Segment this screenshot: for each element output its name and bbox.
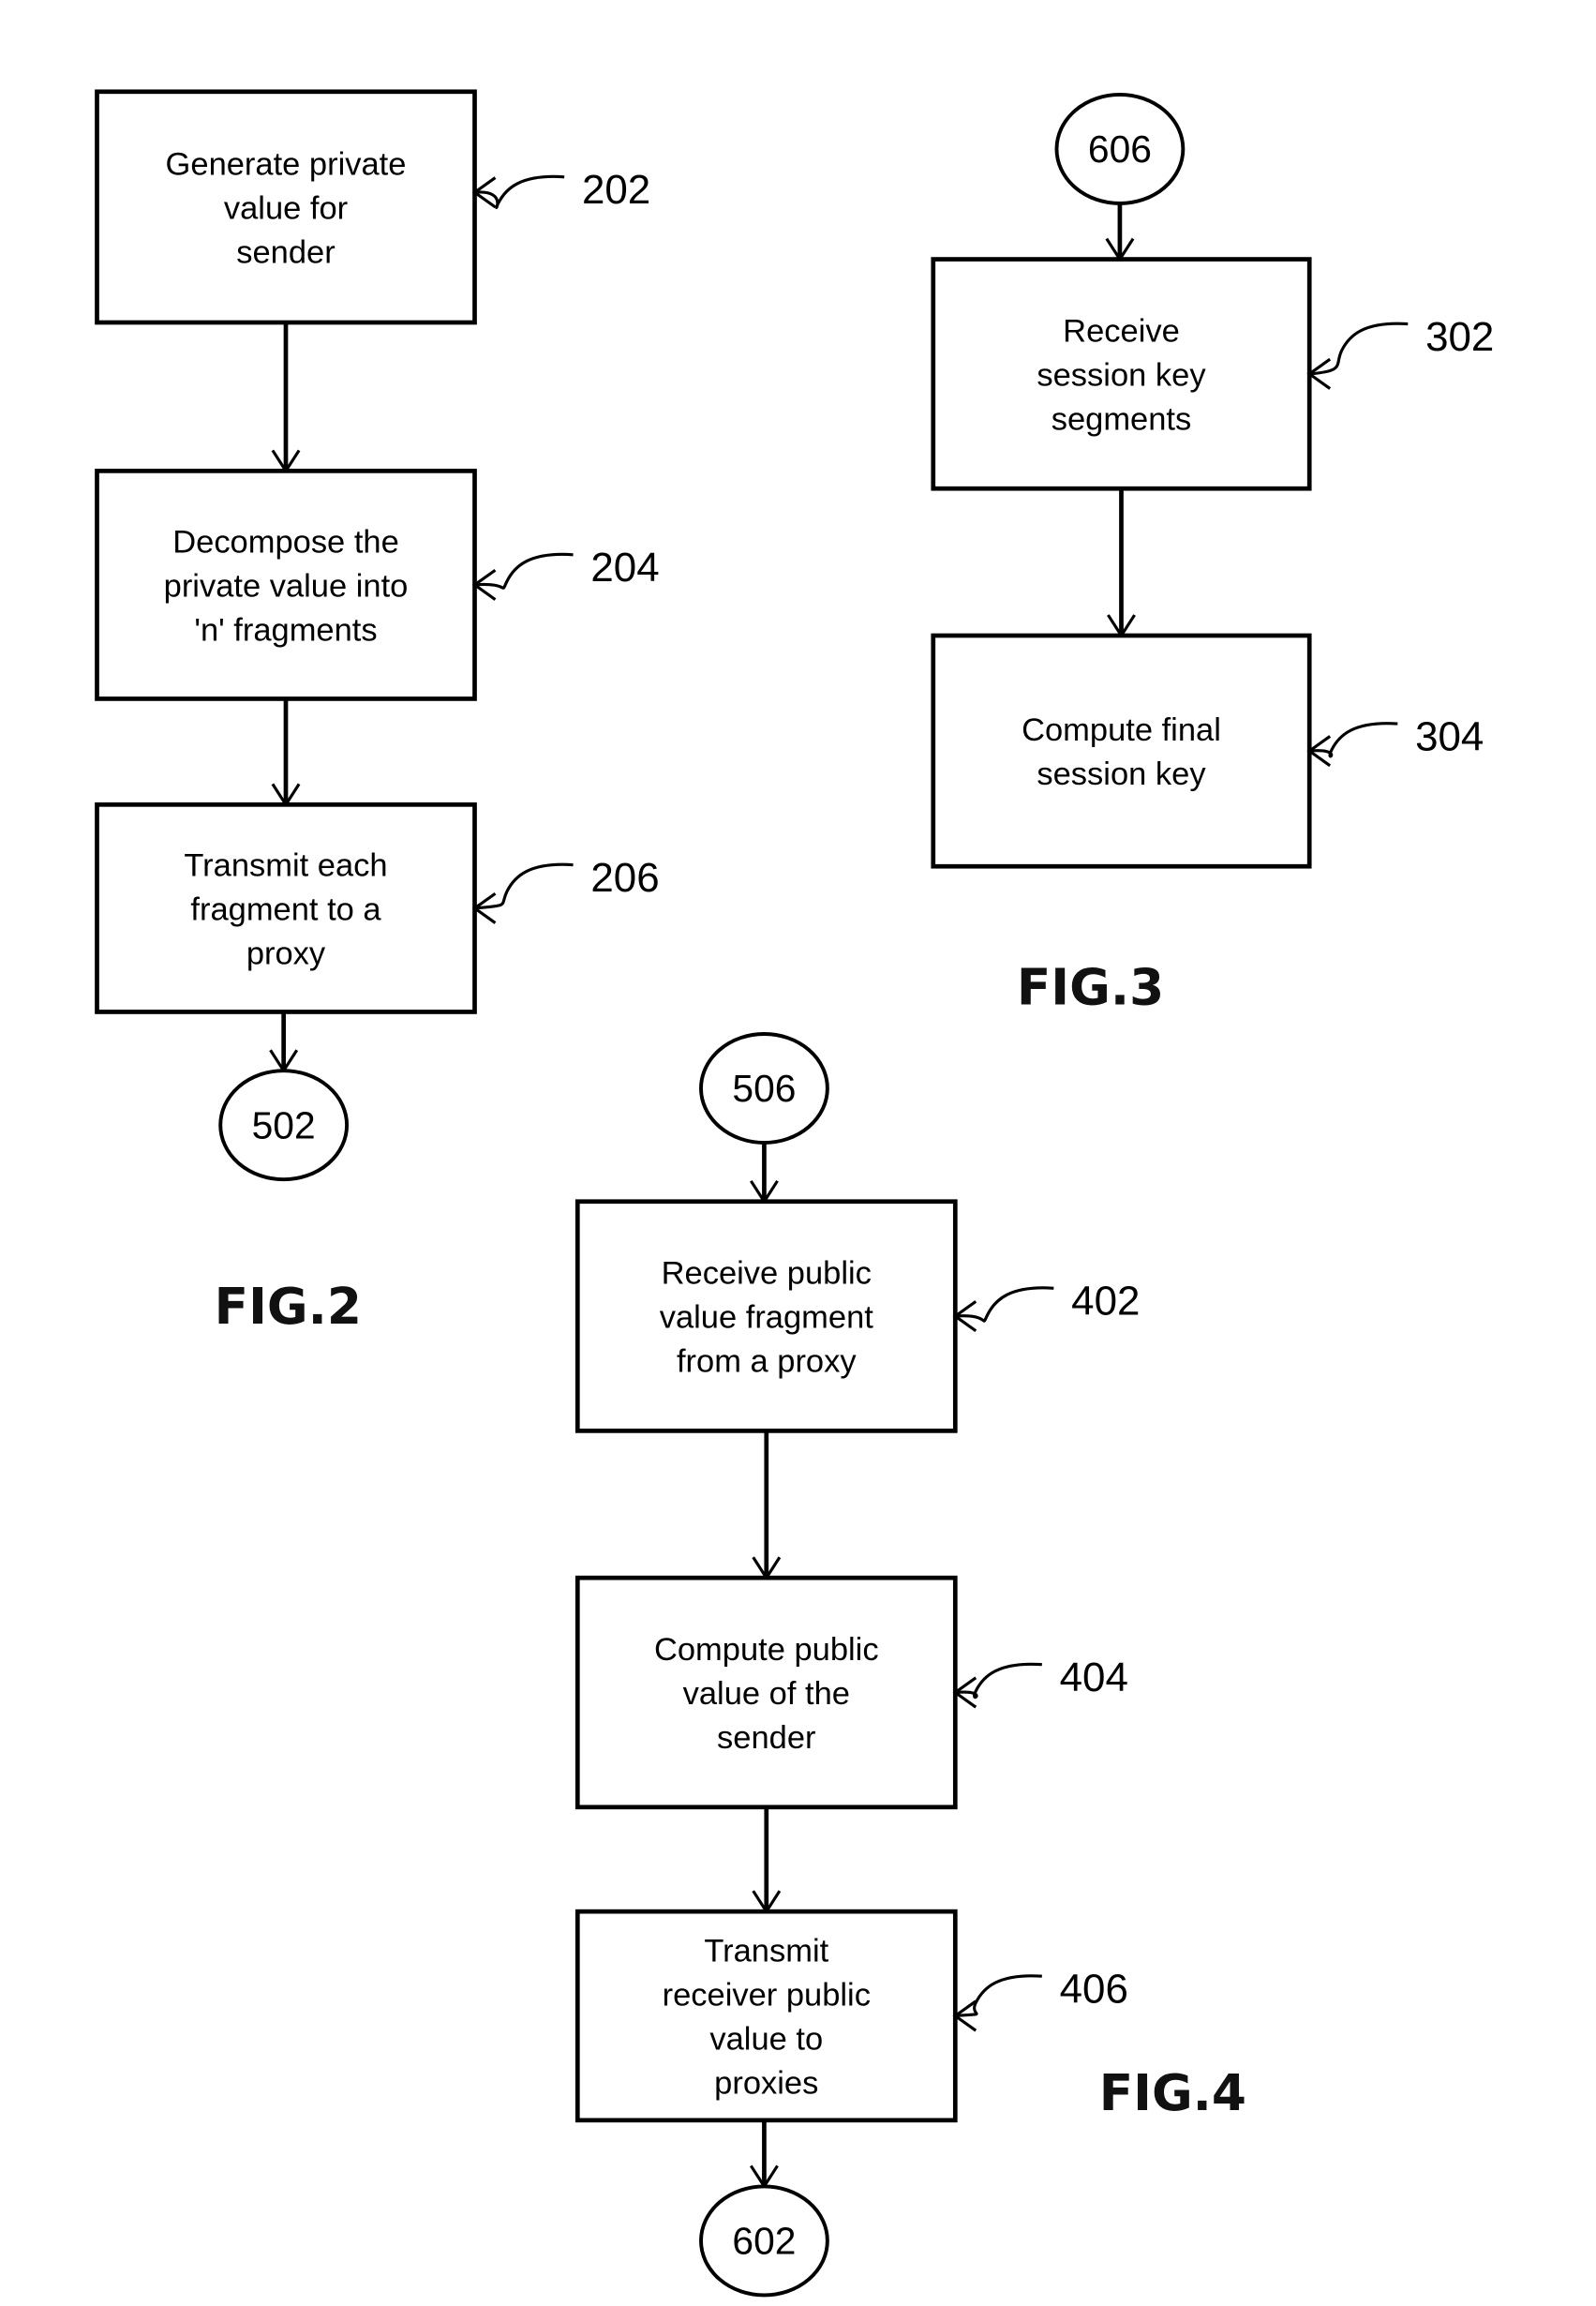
step-text: Receive: [1063, 313, 1180, 349]
step-text: session key: [1037, 357, 1206, 393]
reference-numeral: 402: [1071, 1278, 1140, 1324]
connector-label: 602: [732, 2220, 796, 2263]
step-text: from a proxy: [677, 1344, 857, 1380]
connector-in: 506: [699, 1032, 829, 1145]
connector-out: 502: [218, 1069, 350, 1182]
step-text: receiver public: [663, 1978, 871, 2014]
reference-numeral: 304: [1415, 713, 1484, 759]
step-text: Compute public: [654, 1632, 879, 1668]
step-text: value fragment: [660, 1300, 874, 1336]
reference-numeral: 206: [590, 855, 659, 901]
figure-fig3: 606 Receive session key segments 302 Compute …: [931, 92, 1494, 1017]
step-text: Transmit each: [184, 847, 387, 883]
step-text: Compute final: [1022, 712, 1221, 748]
process-step: Compute final session key 304: [931, 633, 1484, 869]
reference-numeral: 406: [1060, 1966, 1128, 2012]
connector-in: 606: [1054, 92, 1186, 205]
figure-label: FIG.4: [1099, 2064, 1246, 2122]
step-text: Generate private: [166, 146, 407, 182]
step-text: Decompose the: [172, 524, 399, 560]
step-text: Transmit: [704, 1933, 828, 1969]
step-text: 'n' fragments: [194, 613, 377, 649]
reference-numeral: 204: [590, 545, 659, 591]
reference-numeral: 302: [1425, 314, 1494, 360]
process-step: Transmit each fragment to a proxy 206: [95, 801, 660, 1014]
step-text: proxy: [246, 936, 326, 971]
process-step: Transmit receiver public value to proxies 40…: [574, 1909, 1128, 2123]
figure-fig2: Generate private value for sender 202 Decomp…: [95, 89, 660, 1336]
process-step: Generate private value for sender 202: [95, 89, 650, 325]
process-step: Compute public value of the sender 404: [574, 1575, 1128, 1810]
reference-numeral: 202: [582, 167, 650, 213]
step-text: fragment to a: [190, 891, 381, 927]
step-text: Receive public: [662, 1256, 872, 1292]
connector-out: 602: [699, 2184, 829, 2298]
connector-label: 506: [732, 1067, 796, 1110]
connector-label: 502: [252, 1103, 316, 1146]
figure-fig4: 506 Receive public value fragment from a pr…: [574, 1032, 1246, 2298]
process-step: Receive public value fragment from a proxy…: [574, 1199, 1140, 1433]
process-step: Receive session key segments 302: [931, 257, 1494, 491]
step-text: sender: [717, 1720, 815, 1756]
step-text: proxies: [714, 2066, 818, 2102]
step-text: sender: [236, 234, 335, 270]
figure-label: FIG.2: [215, 1278, 362, 1336]
step-text: private value into: [164, 568, 409, 604]
patent-flowcharts: Generate private value for sender 202 Decomp…: [95, 89, 1494, 2298]
connector-label: 606: [1088, 127, 1152, 171]
step-text: value of the: [683, 1676, 850, 1712]
process-step: Decompose the private value into 'n' fragm…: [95, 469, 660, 701]
step-text: segments: [1052, 401, 1192, 437]
step-text: session key: [1037, 756, 1206, 792]
reference-numeral: 404: [1060, 1655, 1128, 1700]
step-text: value to: [709, 2022, 823, 2058]
step-text: value for: [224, 190, 348, 226]
step-box: [931, 633, 1312, 869]
figure-label: FIG.3: [1017, 959, 1164, 1017]
